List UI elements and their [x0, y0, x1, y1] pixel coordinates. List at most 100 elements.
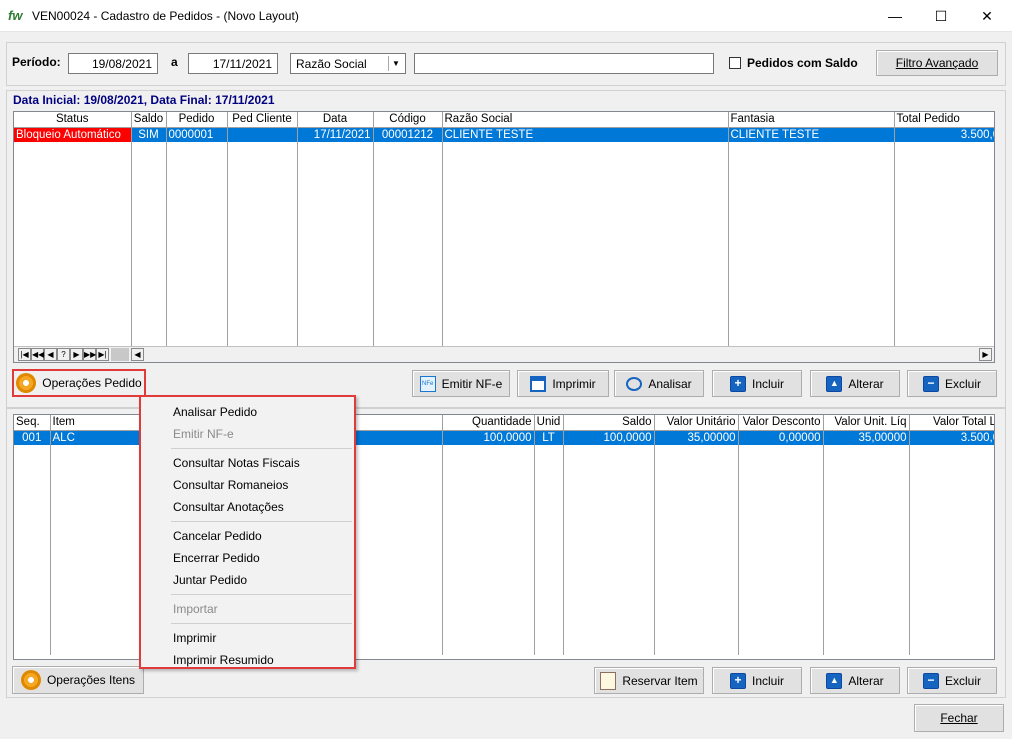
edit-icon: ▲	[826, 375, 843, 392]
emitir-nfe-button[interactable]: NFe Emitir NF-e	[412, 370, 510, 397]
reservar-item-button[interactable]: Reservar Item	[594, 667, 704, 694]
periodo-label: Período:	[12, 55, 61, 69]
fechar-label: Fechar	[940, 711, 978, 725]
analisar-label: Analisar	[648, 376, 692, 391]
col-unid[interactable]: Unid	[534, 415, 564, 431]
col-fantasia[interactable]: Fantasia	[728, 112, 895, 128]
incluir-item-button[interactable]: + Incluir	[712, 667, 802, 694]
magnifier-icon	[626, 376, 643, 391]
minimize-button[interactable]: —	[872, 0, 918, 32]
date-from-input[interactable]: 19/08/2021	[68, 53, 158, 74]
status-cell: Bloqueio Automático	[14, 127, 132, 142]
menu-item-consultar-romaneios[interactable]: Consultar Romaneios	[141, 474, 354, 496]
menu-item-imprimir[interactable]: Imprimir	[141, 627, 354, 649]
table-row[interactable]: Bloqueio Automático SIM 0000001 17/11/20…	[14, 127, 994, 142]
unid-cell: LT	[534, 430, 564, 445]
menu-item-cancelar-pedido[interactable]: Cancelar Pedido	[141, 525, 354, 547]
col-codigo[interactable]: Código	[373, 112, 443, 128]
date-to-input[interactable]: 17/11/2021	[188, 53, 278, 74]
pedidos-grid[interactable]: Status Saldo Pedido Ped Cliente Data Cód…	[13, 111, 995, 363]
menu-item-juntar-pedido[interactable]: Juntar Pedido	[141, 569, 354, 591]
saldo-checkbox-label[interactable]: Pedidos com Saldo	[747, 56, 858, 70]
col-pedido[interactable]: Pedido	[166, 112, 228, 128]
razao-social-cell: CLIENTE TESTE	[442, 127, 729, 142]
first-record-button[interactable]: |◀	[18, 348, 31, 361]
incluir-pedido-button[interactable]: + Incluir	[712, 370, 802, 397]
excluir-pedido-button[interactable]: − Excluir	[907, 370, 997, 397]
menu-separator	[171, 448, 352, 449]
plus-icon: +	[729, 672, 746, 689]
col-quantidade[interactable]: Quantidade	[442, 415, 535, 431]
menu-separator	[171, 594, 352, 595]
printer-icon	[530, 375, 547, 392]
menu-separator	[171, 623, 352, 624]
col-valor-total-liq[interactable]: Valor Total Líq	[909, 415, 994, 431]
search-by-value: Razão Social	[296, 57, 367, 71]
valor-unitario-cell: 35,00000	[654, 430, 739, 445]
a-label: a	[171, 55, 178, 69]
imprimir-button[interactable]: Imprimir	[517, 370, 609, 397]
col-razao-social[interactable]: Razão Social	[442, 112, 729, 128]
col-data[interactable]: Data	[297, 112, 374, 128]
saldo-checkbox[interactable]	[729, 57, 741, 69]
col-valor-unitario[interactable]: Valor Unitário	[654, 415, 739, 431]
clipboard-icon	[600, 671, 617, 690]
close-button[interactable]: ✕	[964, 0, 1010, 32]
grid-navigation-bar: |◀ ◀◀ ◀ ? ▶ ▶▶ ▶| ◀ ▶	[14, 346, 994, 362]
minus-icon: −	[922, 672, 939, 689]
empty-row	[14, 142, 994, 352]
chevron-down-icon[interactable]: ▼	[388, 56, 403, 71]
next-page-button[interactable]: ▶▶	[83, 348, 96, 361]
col-seq[interactable]: Seq.	[14, 415, 51, 431]
saldo-cell: SIM	[131, 127, 167, 142]
pedidos-header-row: Status Saldo Pedido Ped Cliente Data Cód…	[14, 112, 994, 128]
menu-item-encerrar-pedido[interactable]: Encerrar Pedido	[141, 547, 354, 569]
edit-icon: ▲	[826, 672, 843, 689]
quantidade-cell: 100,0000	[442, 430, 535, 445]
excluir-item-button[interactable]: − Excluir	[907, 667, 997, 694]
search-input[interactable]	[414, 53, 714, 74]
filtro-avancado-button[interactable]: Filtro Avançado	[876, 50, 998, 76]
menu-item-imprimir-resumido[interactable]: Imprimir Resumido	[141, 649, 354, 671]
operacoes-pedido-label: Operações Pedido	[42, 376, 142, 390]
col-saldo[interactable]: Saldo	[131, 112, 167, 128]
scroll-right-icon[interactable]: ▶	[979, 348, 992, 361]
fechar-button[interactable]: Fechar	[914, 704, 1004, 732]
col-saldo-item[interactable]: Saldo	[563, 415, 655, 431]
excluir-item-label: Excluir	[944, 673, 981, 688]
nfe-icon: NFe	[419, 375, 436, 392]
col-total-pedido[interactable]: Total Pedido	[894, 112, 994, 128]
menu-separator	[171, 521, 352, 522]
menu-item-analisar-pedido[interactable]: Analisar Pedido	[141, 401, 354, 423]
window-title: VEN00024 - Cadastro de Pedidos - (Novo L…	[32, 9, 299, 23]
prev-page-button[interactable]: ◀◀	[31, 348, 44, 361]
menu-item-consultar-anotacoes[interactable]: Consultar Anotações	[141, 496, 354, 518]
col-valor-desconto[interactable]: Valor Desconto	[738, 415, 824, 431]
maximize-button[interactable]: ☐	[918, 0, 964, 32]
title-bar: fw VEN00024 - Cadastro de Pedidos - (Nov…	[0, 0, 1012, 32]
alterar-pedido-button[interactable]: ▲ Alterar	[810, 370, 900, 397]
search-by-select[interactable]: Razão Social ▼	[290, 53, 406, 74]
operacoes-pedido-button[interactable]: Operações Pedido	[12, 369, 146, 397]
filtro-avancado-label: Filtro Avançado	[895, 56, 979, 70]
scrollbar-thumb[interactable]	[111, 348, 129, 361]
prev-record-button[interactable]: ◀	[44, 348, 57, 361]
fantasia-cell: CLIENTE TESTE	[728, 127, 895, 142]
data-cell: 17/11/2021	[297, 127, 374, 142]
col-valor-unit-liq[interactable]: Valor Unit. Líq	[823, 415, 910, 431]
scroll-left-icon[interactable]: ◀	[131, 348, 144, 361]
valor-total-liq-cell: 3.500,00	[909, 430, 994, 445]
analisar-button[interactable]: Analisar	[614, 370, 704, 397]
pedido-cell: 0000001	[166, 127, 228, 142]
alterar-pedido-label: Alterar	[848, 376, 884, 391]
last-record-button[interactable]: ▶|	[96, 348, 109, 361]
menu-item-consultar-notas-fiscais[interactable]: Consultar Notas Fiscais	[141, 452, 354, 474]
operacoes-itens-button[interactable]: Operações Itens	[12, 666, 144, 694]
help-button[interactable]: ?	[57, 348, 70, 361]
alterar-item-button[interactable]: ▲ Alterar	[810, 667, 900, 694]
col-ped-cliente[interactable]: Ped Cliente	[227, 112, 298, 128]
next-record-button[interactable]: ▶	[70, 348, 83, 361]
codigo-cell: 00001212	[373, 127, 443, 142]
col-status[interactable]: Status	[14, 112, 132, 128]
incluir-pedido-label: Incluir	[751, 376, 784, 391]
